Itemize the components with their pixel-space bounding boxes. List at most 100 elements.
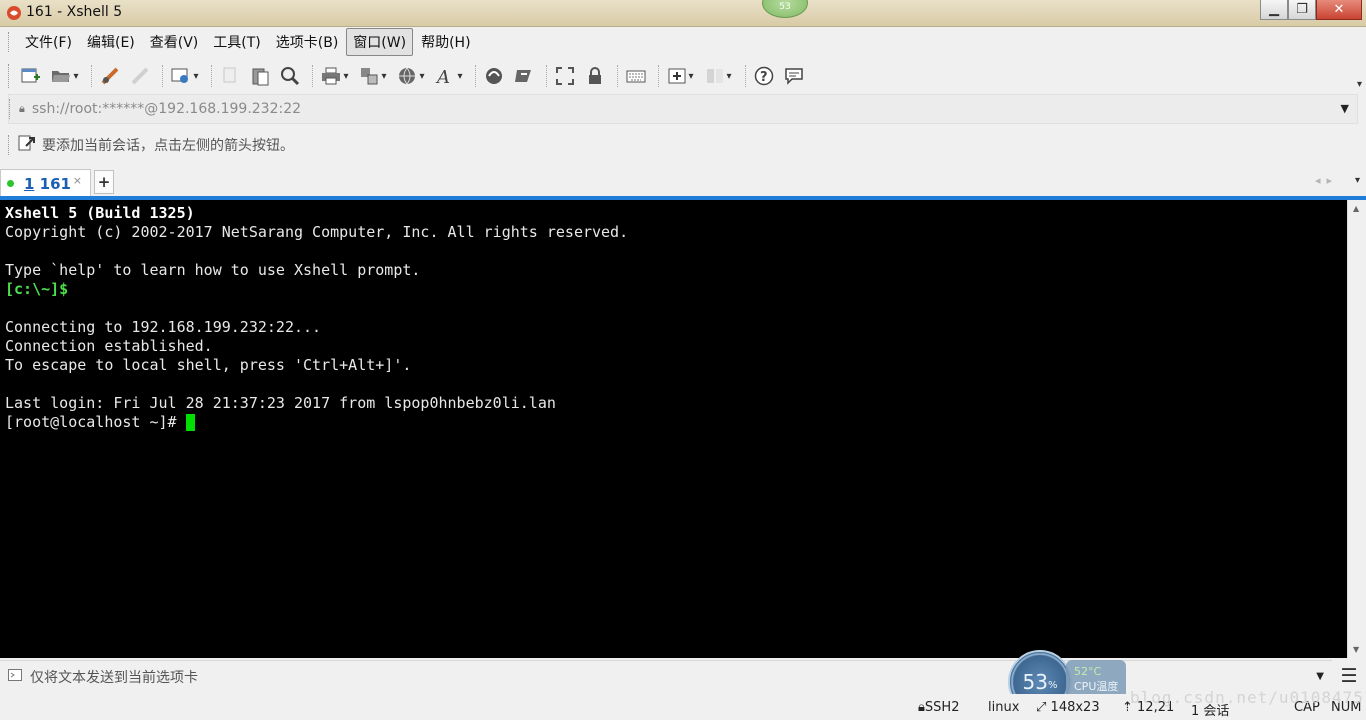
keyboard-icon[interactable]: [623, 63, 649, 89]
scroll-down-icon[interactable]: ▼: [1353, 645, 1359, 654]
toolbar: A ? ▾: [0, 58, 1366, 94]
menu-view[interactable]: 查看(V): [143, 28, 206, 56]
watermark: blog.csdn.net/u010847519: [1130, 688, 1366, 707]
properties-icon[interactable]: [168, 63, 202, 89]
toolbar-separator: [475, 65, 476, 87]
add-tab-button[interactable]: +: [94, 170, 114, 194]
paste-icon[interactable]: [247, 63, 273, 89]
svg-text:?: ?: [760, 70, 768, 85]
cpu-temp-label: CPU温度: [1074, 680, 1119, 693]
connected-status-icon: [7, 180, 14, 187]
tab-scroll-arrows-icon[interactable]: ◂▸: [1315, 174, 1338, 187]
address-grip: [9, 99, 11, 119]
toolbar-separator: [658, 65, 659, 87]
xmanager-icon[interactable]: [511, 63, 537, 89]
status-terminal-type: linux: [988, 700, 1020, 715]
terminal-line: Type `help' to learn how to use Xshell p…: [5, 261, 421, 279]
toolbar-grip: [8, 64, 10, 88]
terminal-line: Connecting to 192.168.199.232:22...: [5, 318, 322, 336]
disconnect-icon[interactable]: [127, 63, 153, 89]
terminal-line: Last login: Fri Jul 28 21:37:23 2017 fro…: [5, 394, 556, 412]
terminal-scrollbar[interactable]: ▲ ▼: [1347, 200, 1366, 658]
toolbar-separator: [617, 65, 618, 87]
address-lock-icon: 🔒︎: [19, 102, 25, 115]
cpu-temp-value: 52°C: [1074, 665, 1102, 678]
xshell-app-icon: [7, 6, 21, 20]
tab-list-dropdown-icon[interactable]: ▾: [1355, 175, 1360, 186]
new-tab-icon[interactable]: [664, 63, 698, 89]
cpu-bubble: 53: [762, 0, 808, 18]
lock-icon[interactable]: [582, 63, 608, 89]
toolbar-separator: [546, 65, 547, 87]
add-session-arrow-icon[interactable]: [18, 134, 36, 156]
xftp-icon[interactable]: [481, 63, 507, 89]
compose-menu-icon[interactable]: ☰: [1336, 662, 1362, 690]
open-folder-icon[interactable]: [48, 63, 82, 89]
toolbar-separator: [312, 65, 313, 87]
close-button[interactable]: ✕: [1316, 0, 1362, 20]
address-input[interactable]: ssh://root:******@192.168.199.232:22: [32, 101, 301, 117]
chat-icon[interactable]: [781, 63, 807, 89]
toolbar-separator: [745, 65, 746, 87]
session-hint-text: 要添加当前会话，点击左侧的箭头按钮。: [42, 138, 294, 154]
compose-send-icon[interactable]: [8, 668, 22, 685]
compose-input[interactable]: 仅将文本发送到当前选项卡: [30, 667, 198, 687]
print-icon[interactable]: [318, 63, 352, 89]
scroll-up-icon[interactable]: ▲: [1353, 204, 1359, 213]
status-size: ⤢ 148x23: [1036, 700, 1100, 715]
help-icon[interactable]: ?: [751, 63, 777, 89]
tab-strip: 1 161 × + ◂▸ ▾: [0, 166, 1366, 197]
compose-dropdown-icon[interactable]: ▼: [1316, 671, 1324, 682]
terminal-line: To escape to local shell, press 'Ctrl+Al…: [5, 356, 412, 374]
menu-help[interactable]: 帮助(H): [414, 28, 477, 56]
tab-session-161[interactable]: 1 161 ×: [0, 169, 91, 197]
fullscreen-icon[interactable]: [552, 63, 578, 89]
menu-file[interactable]: 文件(F): [18, 28, 79, 56]
copy-icon[interactable]: [217, 63, 243, 89]
terminal-line: [c:\~]$: [5, 280, 69, 298]
window-title: 161 - Xshell 5: [26, 4, 123, 20]
toolbar-separator: [91, 65, 92, 87]
tab-number: 1: [24, 174, 35, 193]
transfer-icon[interactable]: [356, 63, 390, 89]
tab-label: 1 161: [24, 175, 71, 193]
terminal-cursor: [185, 414, 195, 431]
restore-button[interactable]: ❐: [1288, 0, 1316, 20]
menu-tools[interactable]: 工具(T): [206, 28, 267, 56]
title-bar: 161 - Xshell 5 53 ▁ ❐ ✕: [0, 0, 1366, 27]
address-bar: 🔒︎ ssh://root:******@192.168.199.232:22 …: [8, 94, 1358, 124]
terminal-line: Xshell 5 (Build 1325): [5, 204, 195, 222]
menu-window[interactable]: 窗口(W): [346, 28, 414, 56]
tab-name: 161: [39, 174, 71, 193]
toolbar-separator: [162, 65, 163, 87]
connect-icon[interactable]: [97, 63, 123, 89]
globe-icon[interactable]: [394, 63, 428, 89]
shell-prompt: [root@localhost ~]#: [5, 413, 186, 431]
terminal-line: Connection established.: [5, 337, 213, 355]
menu-grip: [8, 32, 10, 52]
cpu-usage-value: 53: [1022, 670, 1048, 694]
toolbar-separator: [211, 65, 212, 87]
menu-tab[interactable]: 选项卡(B): [269, 28, 346, 56]
svg-text:A: A: [435, 67, 450, 86]
address-dropdown-icon[interactable]: ▼: [1341, 102, 1349, 115]
status-protocol: 🔒︎SSH2: [918, 700, 960, 715]
find-icon[interactable]: [277, 63, 303, 89]
menu-edit[interactable]: 编辑(E): [80, 28, 142, 56]
font-icon[interactable]: A: [432, 63, 466, 89]
toolbar-overflow-icon[interactable]: ▾: [1357, 79, 1362, 90]
session-hint-bar: 要添加当前会话，点击左侧的箭头按钮。: [8, 130, 1358, 160]
terminal-line: Copyright (c) 2002-2017 NetSarang Comput…: [5, 223, 629, 241]
hint-grip: [8, 135, 10, 155]
new-session-icon[interactable]: [18, 63, 44, 89]
layout-icon[interactable]: [702, 63, 736, 89]
tab-close-icon[interactable]: ×: [73, 174, 82, 187]
menu-bar: 文件(F) 编辑(E) 查看(V) 工具(T) 选项卡(B) 窗口(W) 帮助(…: [0, 27, 1366, 57]
minimize-button[interactable]: ▁: [1260, 0, 1288, 20]
terminal-output[interactable]: Xshell 5 (Build 1325) Copyright (c) 2002-…: [0, 200, 1347, 658]
prompt-line: [root@localhost ~]#: [5, 413, 1342, 432]
cpu-usage-unit: %: [1047, 679, 1058, 691]
